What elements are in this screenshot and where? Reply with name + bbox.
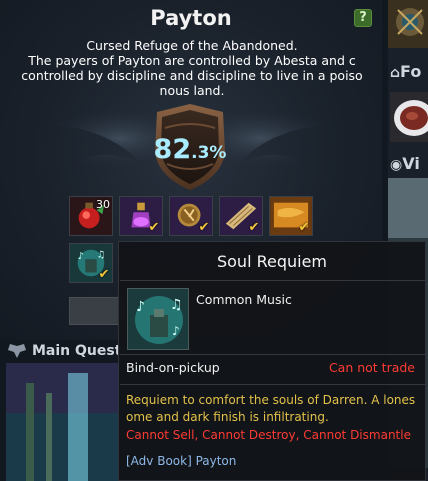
rune-stone-item[interactable]: ✔ [169,196,213,236]
soul-requiem-item[interactable]: ♪ ♫ ✔ [69,243,113,283]
restriction-destroy: Cannot Destroy [202,428,296,442]
description-line: controlled by discipline and discipline … [21,68,363,83]
tooltip-title: Soul Requiem [216,252,328,271]
red-potion-item[interactable]: 30 [69,196,113,236]
region-description: Cursed Refuge of the Abandoned. The paye… [4,38,380,98]
trade-status: Can not trade [328,360,415,375]
item-lore: Requiem to comfort the souls of Darren. … [126,392,422,426]
item-type: Common Music [196,292,292,307]
check-icon: ✔ [298,220,310,235]
main-quest-header[interactable]: Main Quest [6,342,121,360]
svg-text:♪: ♪ [78,251,84,262]
vi-section-header[interactable]: ◉Vi [390,154,428,173]
wings-icon [8,344,26,358]
item-source: [Adv Book] Payton [126,454,237,468]
divider [120,280,425,281]
restriction-sell: Cannot Sell [126,428,195,442]
help-button[interactable]: ? [354,9,372,27]
description-line: The payers of Payton are controlled by A… [28,53,356,68]
food-section-header[interactable]: ⌂Fo [390,62,428,81]
check-icon: ✔ [248,220,260,235]
soul-requiem-icon: ♪ ♫ ♪ [128,289,188,349]
percent-fraction: .3 [191,143,210,163]
bind-status: Bind-on-pickup [126,360,220,375]
item-tooltip: Soul Requiem ♪ ♫ ♪ Common Music Bind-on-… [118,241,426,481]
check-icon: ✔ [98,267,110,282]
ornament-image [388,0,428,48]
percent-whole: 82 [153,134,192,165]
percent-sign: % [209,143,227,163]
golden-parchment-item[interactable]: ✔ [269,196,313,236]
check-icon: ✔ [198,220,210,235]
restriction-dismantle: Cannot Dismantle [303,428,411,442]
description-line: Cursed Refuge of the Abandoned. [86,38,298,53]
item-count: 30 [96,198,110,211]
lore-line: ome and dark finish is infiltrating. [126,410,329,424]
action-slot[interactable] [69,297,125,325]
scroll-map-item[interactable]: ✔ [219,196,263,236]
check-icon: ✔ [148,220,160,235]
item-restrictions: Cannot Sell, Cannot Destroy, Cannot Dism… [126,428,411,442]
food-image [390,92,428,142]
purple-potion-item[interactable]: ✔ [119,196,163,236]
region-title: Payton [150,6,232,30]
tooltip-item-image: ♪ ♫ ♪ [127,288,189,350]
divider [120,354,425,355]
divider [120,384,425,385]
completion-percent: 82.3% [140,134,240,165]
food-label: Fo [400,62,422,81]
svg-text:♪: ♪ [172,324,180,338]
eye-icon: ◉ [390,157,403,173]
main-quest-label: Main Quest [32,343,122,359]
svg-text:♪: ♪ [136,299,145,315]
home-icon: ⌂ [390,65,401,81]
quest-scene-image [6,363,118,481]
svg-text:♫: ♫ [170,297,183,313]
svg-text:♫: ♫ [97,249,106,260]
vi-label: Vi [402,154,420,173]
lore-line: Requiem to comfort the souls of Darren. … [126,393,416,407]
